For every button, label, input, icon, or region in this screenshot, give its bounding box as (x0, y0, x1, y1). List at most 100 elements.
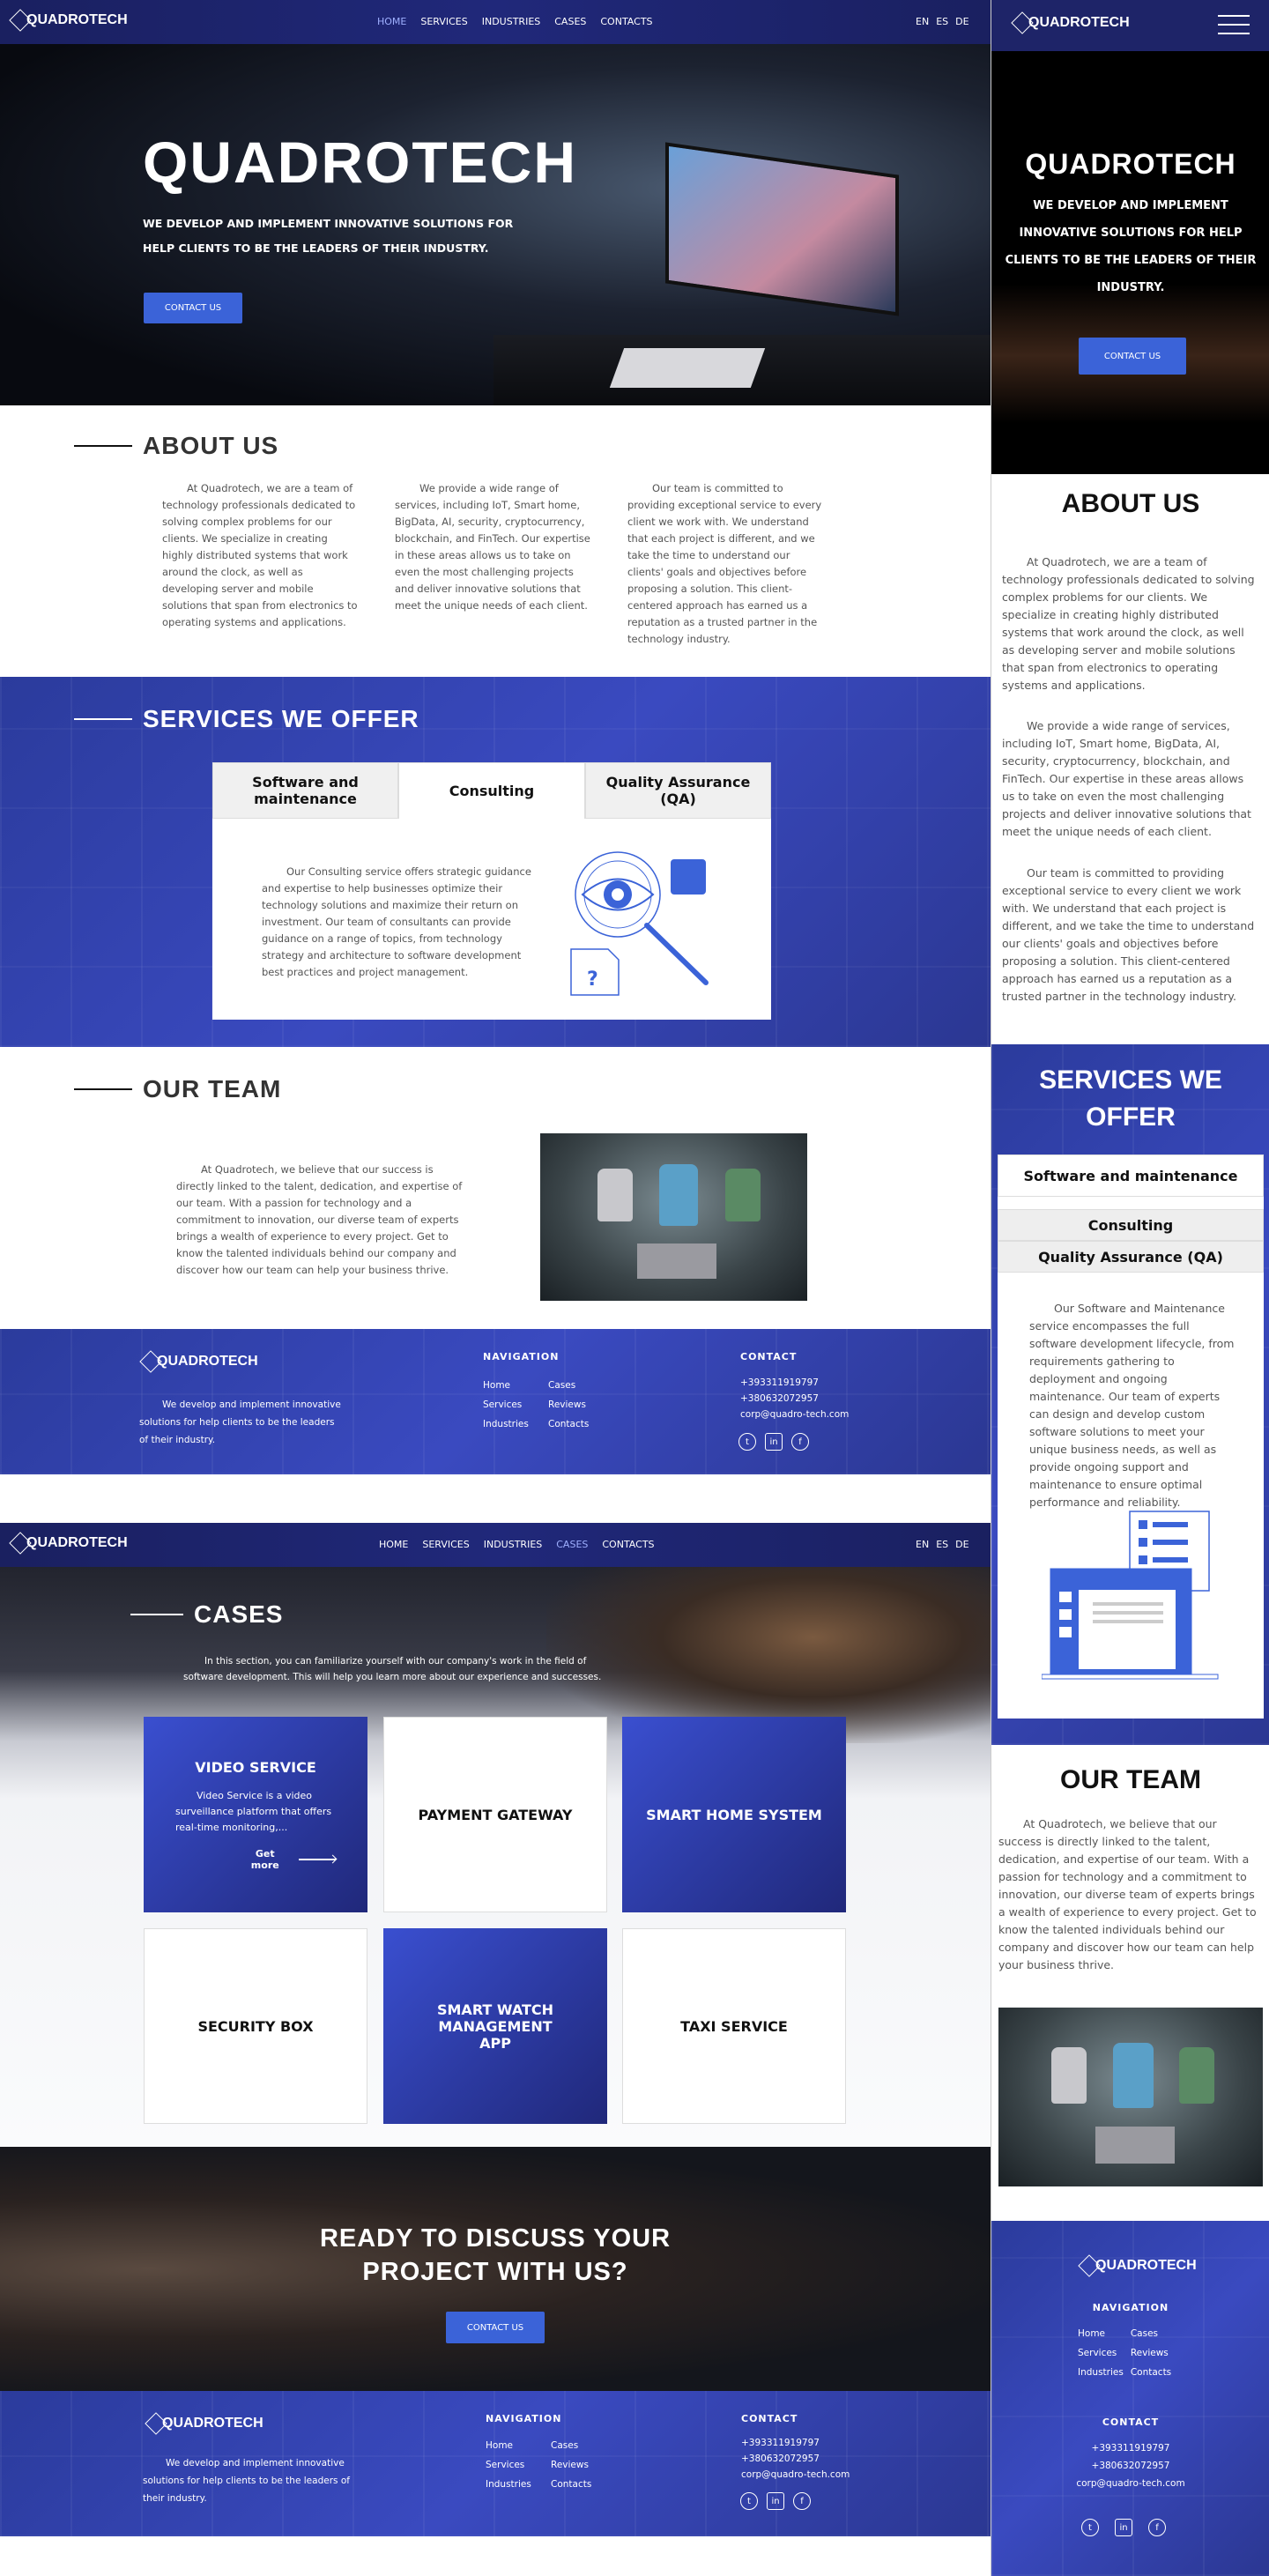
lang-de[interactable]: DE (955, 1539, 968, 1550)
footer-logo[interactable]: QUADROTECH (145, 2412, 263, 2435)
linkedin-icon[interactable]: in (765, 1433, 783, 1451)
footer-email[interactable]: corp@quadro-tech.com (1076, 2478, 1184, 2489)
footer-link-industries[interactable]: Industries (1078, 2367, 1124, 2378)
robot-figure (659, 1164, 698, 1226)
tab-software[interactable]: Software and maintenance (212, 762, 398, 819)
footer-link-contacts[interactable]: Contacts (551, 2479, 591, 2490)
footer-email[interactable]: corp@quadro-tech.com (741, 2469, 850, 2480)
mobile-footer-contact-title: CONTACT (1102, 2416, 1160, 2428)
lang-en[interactable]: EN (916, 16, 929, 27)
facebook-icon[interactable]: f (793, 2492, 811, 2510)
lang-en[interactable]: EN (916, 1539, 929, 1550)
hero-contact-button[interactable]: CONTACT US (144, 293, 242, 323)
nav-links: HOME SERVICES INDUSTRIES CASES CONTACTS (377, 16, 653, 27)
footer-phone-2[interactable]: +380632072957 (741, 2454, 850, 2464)
footer-link-reviews[interactable]: Reviews (551, 2460, 591, 2470)
twitter-icon[interactable]: t (738, 1433, 756, 1451)
footer-link-industries[interactable]: Industries (486, 2479, 531, 2490)
footer-link-home[interactable]: Home (483, 1380, 529, 1391)
case-card-taxi-service[interactable]: TAXI SERVICE (622, 1928, 846, 2124)
case-card-payment-gateway[interactable]: PAYMENT GATEWAY (383, 1717, 607, 1912)
nav-services[interactable]: SERVICES (420, 16, 467, 27)
tab-consulting[interactable]: Consulting (398, 762, 585, 819)
footer-link-contacts[interactable]: Contacts (548, 1419, 589, 1429)
case-card-smart-home[interactable]: SMART HOME SYSTEM (622, 1717, 846, 1912)
footer-link-reviews[interactable]: Reviews (548, 1399, 589, 1410)
case-card-video-service[interactable]: VIDEO SERVICE Video Service is a video s… (144, 1717, 367, 1912)
navbar: QUADROTECH HOME SERVICES INDUSTRIES CASE… (0, 1523, 991, 1567)
hamburger-menu-icon[interactable] (1218, 15, 1250, 34)
mobile-footer-logo[interactable]: QUADROTECH (1078, 2254, 1197, 2277)
twitter-icon[interactable]: t (1081, 2519, 1099, 2536)
mobile-logo[interactable]: QUADROTECH (1011, 11, 1130, 34)
robot-figure (1113, 2043, 1154, 2108)
footer-nav-title: NAVIGATION (486, 2413, 562, 2424)
footer-phone-2[interactable]: +380632072957 (1092, 2461, 1170, 2471)
twitter-icon[interactable]: t (740, 2492, 758, 2510)
lang-de[interactable]: DE (955, 16, 968, 27)
mobile-tab-qa[interactable]: Quality Assurance (QA) (998, 1241, 1264, 1273)
nav-industries[interactable]: INDUSTRIES (484, 1539, 543, 1550)
about-section: ABOUT US At Quadrotech, we are a team of… (0, 405, 991, 677)
nav-cases[interactable]: CASES (554, 16, 586, 27)
nav-contacts[interactable]: CONTACTS (602, 1539, 654, 1550)
logo-text: QUADROTECH (1095, 2258, 1197, 2273)
mobile-team-robots-image (998, 2008, 1263, 2186)
nav-cases[interactable]: CASES (556, 1539, 588, 1550)
hero-title: QUADROTECH (143, 130, 577, 195)
nav-contacts[interactable]: CONTACTS (600, 16, 652, 27)
mobile-hero-contact-button[interactable]: CONTACT US (1079, 338, 1186, 375)
get-more-link[interactable]: Get more (241, 1848, 338, 1871)
mobile-header: QUADROTECH (991, 0, 1269, 51)
footer-link-services[interactable]: Services (483, 1399, 529, 1410)
footer-link-contacts[interactable]: Contacts (1131, 2367, 1171, 2378)
nav-services[interactable]: SERVICES (422, 1539, 469, 1550)
footer-phone-1[interactable]: +393311919797 (741, 2438, 850, 2448)
footer-link-home[interactable]: Home (1078, 2328, 1124, 2339)
team-text: At Quadrotech, we believe that our succe… (176, 1163, 463, 1276)
footer-link-services[interactable]: Services (486, 2460, 531, 2470)
footer-link-home[interactable]: Home (486, 2440, 531, 2451)
nav-home[interactable]: HOME (379, 1539, 408, 1550)
cases-title: CASES (130, 1600, 283, 1629)
footer-email[interactable]: corp@quadro-tech.com (740, 1409, 849, 1420)
lang-es[interactable]: ES (936, 16, 948, 27)
team-title: OUR TEAM (74, 1075, 281, 1103)
footer-logo[interactable]: QUADROTECH (139, 1350, 258, 1373)
case-card-security-box[interactable]: SECURITY BOX (144, 1928, 367, 2124)
mobile-tab-consulting[interactable]: Consulting (998, 1209, 1264, 1241)
facebook-icon[interactable]: f (791, 1433, 809, 1451)
footer-phone-2[interactable]: +380632072957 (740, 1393, 849, 1404)
footer-phone-1[interactable]: +393311919797 (740, 1377, 849, 1388)
mobile-tab-software[interactable]: Software and maintenance (998, 1154, 1264, 1197)
desktop-page-1: QUADROTECH HOME SERVICES INDUSTRIES CASE… (0, 0, 991, 1476)
nav-home[interactable]: HOME (377, 16, 406, 27)
lang-es[interactable]: ES (936, 1539, 948, 1550)
consulting-illustration-icon: ? (570, 851, 709, 996)
linkedin-icon[interactable]: in (1115, 2519, 1132, 2536)
footer-link-cases[interactable]: Cases (548, 1380, 589, 1391)
about-title: ABOUT US (74, 432, 278, 460)
tab-qa[interactable]: Quality Assurance (QA) (585, 762, 771, 819)
footer-phone-1[interactable]: +393311919797 (1092, 2443, 1170, 2454)
logo-text: QUADROTECH (26, 12, 128, 27)
footer-link-services[interactable]: Services (1078, 2348, 1124, 2358)
logo-text: QUADROTECH (1028, 15, 1130, 30)
case-card-smart-watch[interactable]: SMART WATCH MANAGEMENT APP (383, 1928, 607, 2124)
footer-tagline: We develop and implement innovative solu… (139, 1399, 341, 1445)
footer-socials: t in f (740, 2492, 811, 2510)
footer-link-cases[interactable]: Cases (1131, 2328, 1171, 2339)
footer-nav-title: NAVIGATION (483, 1351, 560, 1362)
logo[interactable]: QUADROTECH (9, 9, 128, 32)
logo[interactable]: QUADROTECH (9, 1532, 128, 1555)
mobile-footer-nav-title: NAVIGATION (1092, 2302, 1169, 2313)
get-more-label: Get more (250, 1848, 279, 1871)
footer-link-cases[interactable]: Cases (551, 2440, 591, 2451)
team-robots-image (540, 1133, 807, 1301)
cta-contact-button[interactable]: CONTACT US (446, 2312, 545, 2343)
nav-industries[interactable]: INDUSTRIES (482, 16, 541, 27)
facebook-icon[interactable]: f (1148, 2519, 1166, 2536)
footer-link-reviews[interactable]: Reviews (1131, 2348, 1171, 2358)
footer-link-industries[interactable]: Industries (483, 1419, 529, 1429)
linkedin-icon[interactable]: in (767, 2492, 784, 2510)
